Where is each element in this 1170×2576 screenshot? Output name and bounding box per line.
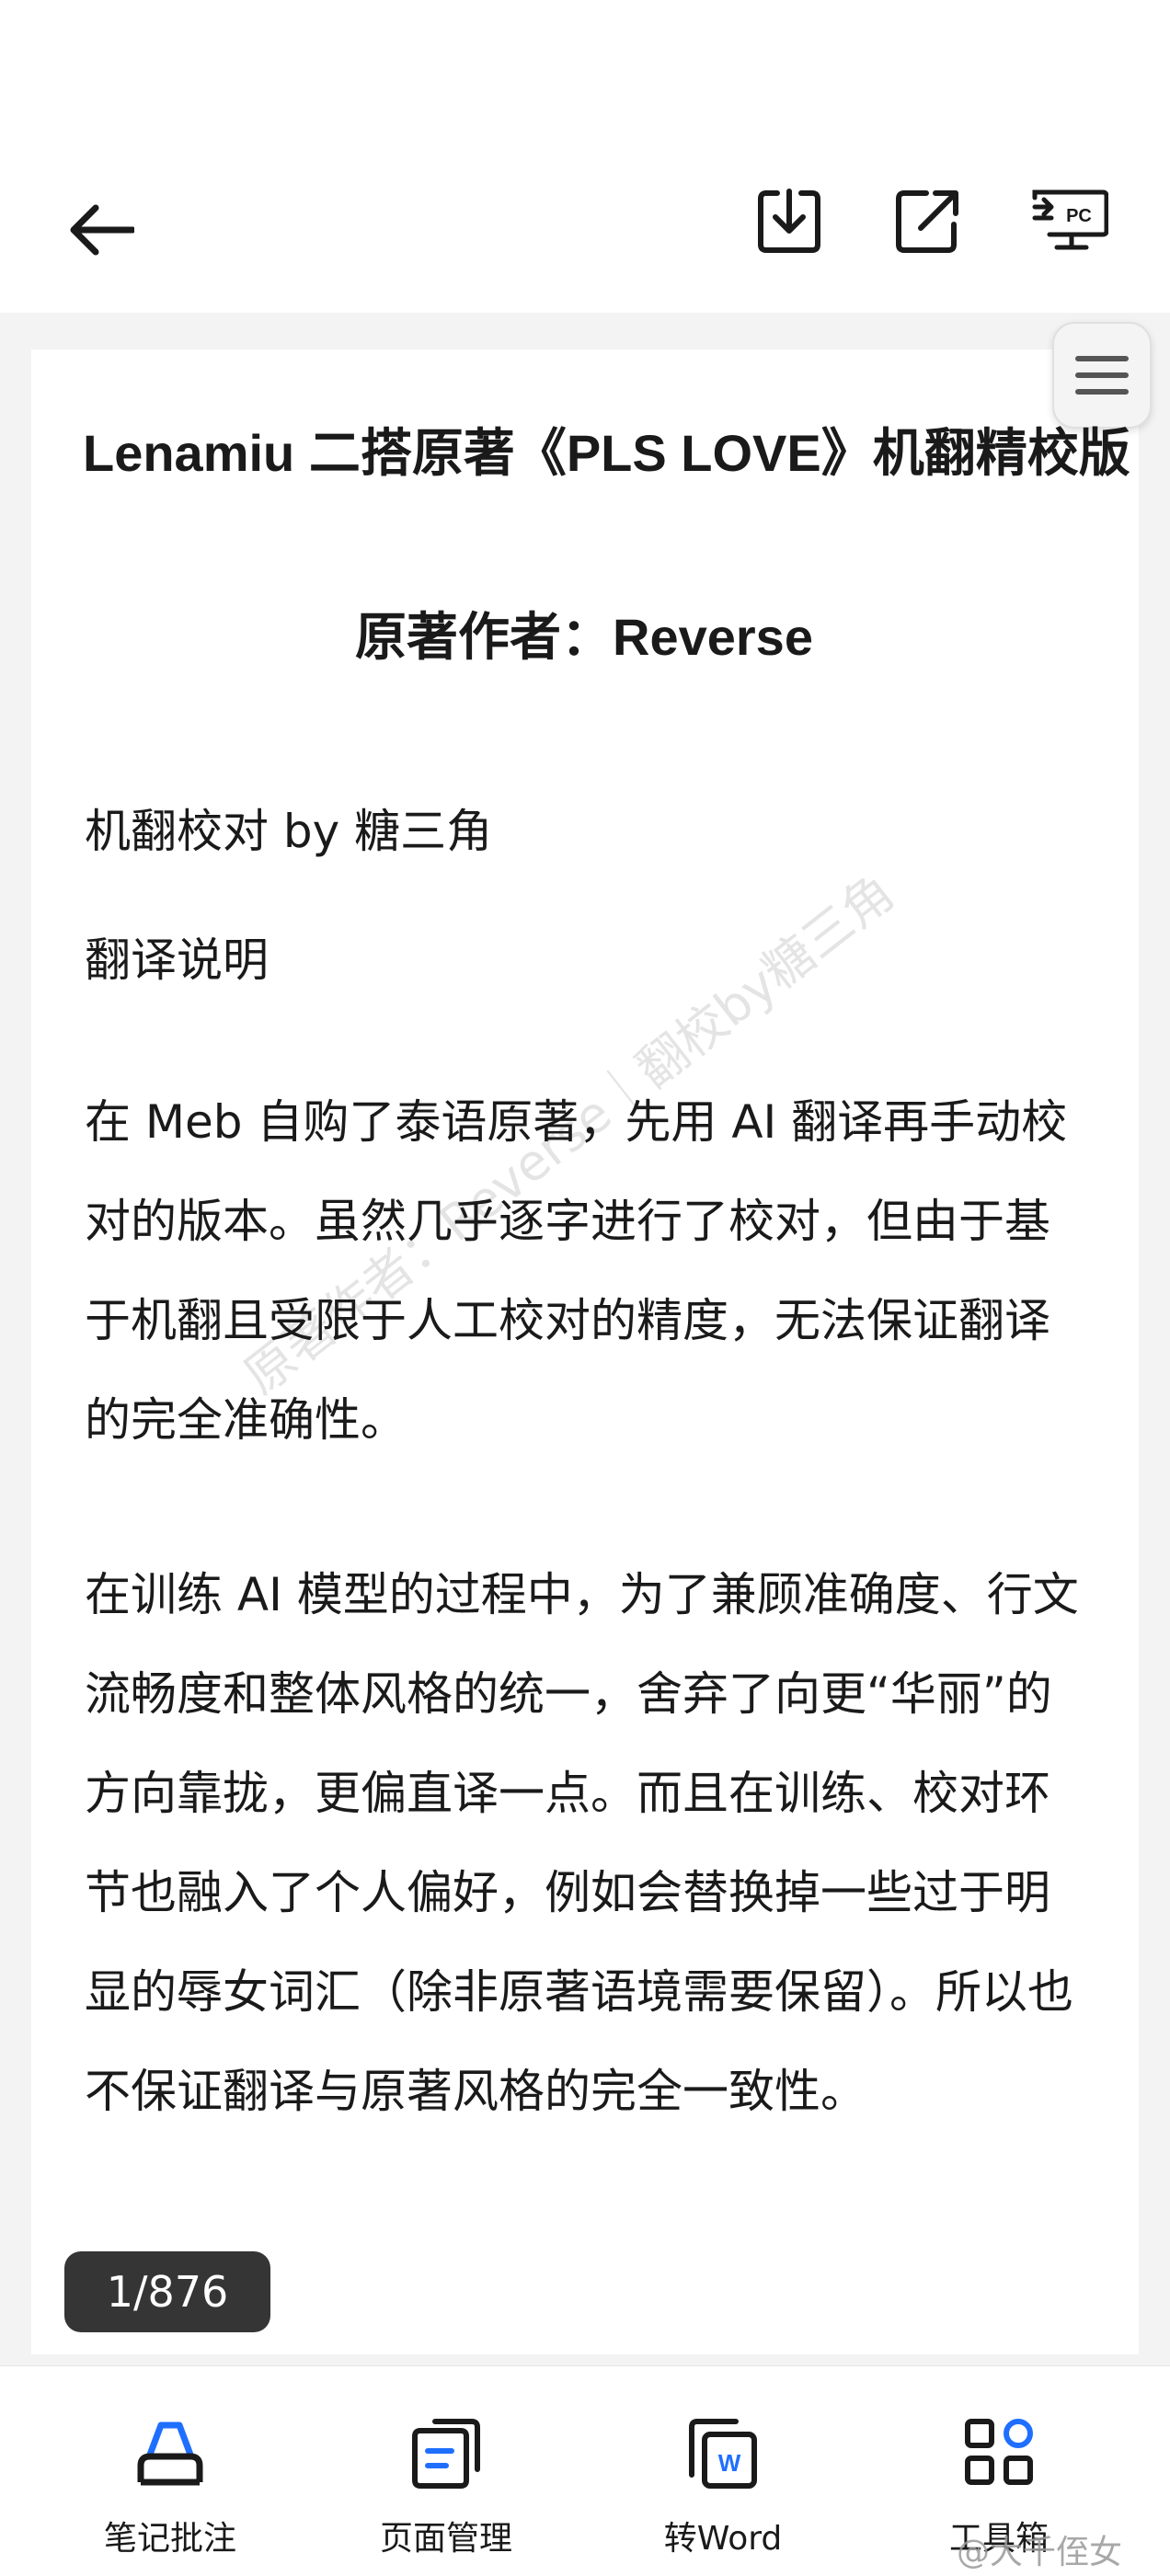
pc-icon: PC [1032, 189, 1108, 250]
document-author: 原著作者：Reverse [355, 608, 813, 666]
paragraph-1: 在 Meb 自购了泰语原著，先用 AI 翻译再手动校对的版本。虽然几乎逐字进行了… [85, 1095, 1068, 1447]
status-bar-area [0, 0, 1170, 147]
nav-page-manage-label: 页面管理 [379, 2520, 512, 2558]
pc-icon-text: PC [1066, 206, 1092, 226]
nav-annotate[interactable]: 笔记批注 [32, 2366, 308, 2576]
download-button[interactable] [743, 175, 835, 267]
arrow-left-icon [70, 204, 134, 256]
page-counter: 1/876 [64, 2251, 270, 2332]
nav-convert-word[interactable]: W 转Word [585, 2366, 861, 2576]
document-title: Lenamiu 二搭原著《PLS LOVE》机翻精校版 [83, 424, 1130, 482]
share-button[interactable] [881, 175, 973, 267]
weibo-watermark: @大千侄女 [957, 2534, 1123, 2571]
word-icon-text: W [718, 2449, 741, 2477]
section-heading: 翻译说明 [85, 933, 269, 987]
back-button[interactable] [55, 184, 147, 276]
annotate-icon [137, 2421, 203, 2486]
share-icon [896, 190, 958, 253]
word-convert-icon: W [689, 2419, 757, 2489]
proofread-credit: 机翻校对 by 糖三角 [85, 805, 493, 858]
toolbox-icon [965, 2419, 1033, 2485]
page-manage-icon [412, 2419, 480, 2489]
top-toolbar [0, 147, 1170, 313]
nav-convert-word-label: 转Word [663, 2520, 783, 2558]
pc-display-button[interactable]: PC [1019, 175, 1120, 267]
nav-page-manage[interactable]: 页面管理 [308, 2366, 584, 2576]
nav-annotate-label: 笔记批注 [103, 2520, 236, 2558]
paragraph-2: 在训练 AI 模型的过程中，为了兼顾准确度、行文流畅度和整体风格的统一，舍弃了向… [85, 1568, 1079, 2118]
download-icon [758, 189, 820, 253]
